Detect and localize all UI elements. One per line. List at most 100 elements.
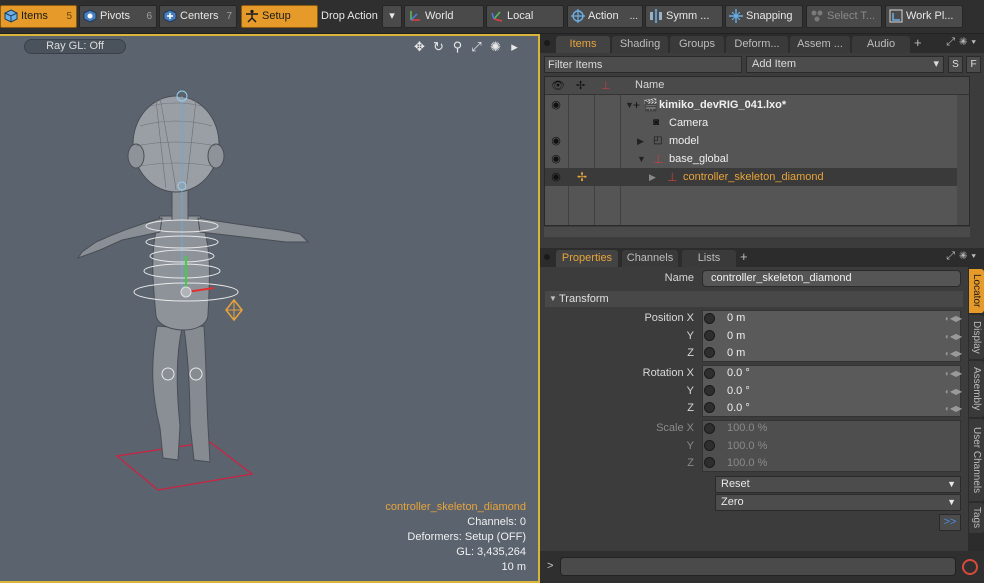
- transform-section-header[interactable]: ▼ Transform: [545, 291, 963, 307]
- more-options-button[interactable]: >>: [939, 514, 961, 531]
- move-view-icon[interactable]: ✥: [412, 39, 427, 54]
- position-x-anim-dot[interactable]: [704, 313, 715, 324]
- scale-y-value[interactable]: 100.0 %: [727, 440, 767, 452]
- s-button[interactable]: S: [948, 56, 963, 73]
- collapsed-arrow-icon[interactable]: ▶: [649, 168, 656, 186]
- panel-tools-icon[interactable]: ⤢✺▾: [946, 250, 980, 263]
- expand-arrow-icon[interactable]: ▼: [637, 150, 646, 168]
- position-y-value[interactable]: 0 m: [727, 330, 745, 342]
- panel-dot-icon: [544, 40, 550, 46]
- snapping-button[interactable]: Snapping: [725, 5, 803, 28]
- drop-action-dropdown[interactable]: ▾: [382, 5, 402, 28]
- side-tab-tags[interactable]: Tags: [969, 503, 984, 533]
- rotation-z-anim-dot[interactable]: [704, 402, 715, 413]
- scale-x-anim-dot[interactable]: [704, 423, 715, 434]
- add-item-dropdown[interactable]: Add Item ▾: [746, 56, 944, 73]
- position-x-value[interactable]: 0 m: [727, 312, 745, 324]
- centers-mode-button[interactable]: Centers 7: [159, 5, 237, 28]
- scale-z-value[interactable]: 100.0 %: [727, 457, 767, 469]
- visibility-eye-icon[interactable]: ◉: [549, 132, 563, 150]
- panel-tools-icon[interactable]: ⤢✺▾: [946, 36, 980, 49]
- visibility-eye-icon[interactable]: ◉: [549, 96, 563, 114]
- local-space-button[interactable]: Local: [486, 5, 564, 28]
- command-input[interactable]: [560, 557, 956, 576]
- cube-icon: [4, 9, 18, 23]
- rotation-z-stepper-icon[interactable]: ◐◀▶: [945, 402, 962, 415]
- scale-y-anim-dot[interactable]: [704, 440, 715, 451]
- rotation-x-value[interactable]: 0.0 °: [727, 367, 750, 379]
- scale-x-label: Scale X: [656, 422, 694, 434]
- zoom-view-icon[interactable]: ⚲: [450, 39, 465, 54]
- tree-vertical-scrollbar[interactable]: [957, 95, 969, 225]
- tab-items[interactable]: Items: [556, 36, 610, 53]
- rotate-view-icon[interactable]: ↻: [431, 39, 446, 54]
- tab-audio[interactable]: Audio: [852, 36, 910, 53]
- side-tab-display[interactable]: Display: [969, 315, 984, 359]
- crosshair-icon: [571, 9, 585, 23]
- torso-mesh: [152, 215, 211, 331]
- work-plane-button[interactable]: Work Pl...: [885, 5, 963, 28]
- world-space-button[interactable]: World: [404, 5, 484, 28]
- position-x-stepper-icon[interactable]: ◐◀▶: [945, 312, 962, 325]
- axes-column-icon: ⊥: [601, 80, 611, 92]
- work-plane-icon: [889, 9, 903, 23]
- position-z-anim-dot[interactable]: [704, 347, 715, 358]
- position-z-stepper-icon[interactable]: ◐◀▶: [945, 347, 962, 360]
- side-tab-assembly[interactable]: Assembly: [969, 361, 984, 417]
- add-tab-plus-icon[interactable]: +: [914, 35, 922, 50]
- position-y-stepper-icon[interactable]: ◐◀▶: [945, 330, 962, 343]
- tree-row-controller-skeleton-diamond[interactable]: ◉ ✢ ▶ ⊥ controller_skeleton_diamond: [545, 168, 969, 186]
- side-tab-locator[interactable]: Locator: [969, 269, 984, 313]
- rotation-x-stepper-icon[interactable]: ◐◀▶: [945, 367, 962, 380]
- rotation-z-value[interactable]: 0.0 °: [727, 402, 750, 414]
- tree-horizontal-scrollbar[interactable]: [544, 227, 970, 237]
- item-name-field[interactable]: controller_skeleton_diamond: [702, 270, 961, 287]
- rotation-y-stepper-icon[interactable]: ◐◀▶: [945, 385, 962, 398]
- symmetry-button[interactable]: Symm ...: [645, 5, 723, 28]
- position-z-value[interactable]: 0 m: [727, 347, 745, 359]
- item-list-tree[interactable]: 👁 ✢ ⊥ Name ◉ ▼ + 🎬 kimiko_devRIG_041.lxo…: [544, 76, 970, 226]
- rotation-y-anim-dot[interactable]: [704, 385, 715, 396]
- scale-z-anim-dot[interactable]: [704, 457, 715, 468]
- side-tab-user-channels[interactable]: User Channels: [969, 419, 984, 501]
- collapsed-arrow-icon[interactable]: ▶: [637, 132, 644, 150]
- tab-groups[interactable]: Groups: [670, 36, 724, 53]
- ground-plane-locator: [115, 441, 254, 491]
- rotation-y-value[interactable]: 0.0 °: [727, 385, 750, 397]
- properties-panel: Name controller_skeleton_diamond ▼ Trans…: [540, 267, 970, 551]
- pivots-mode-button[interactable]: Pivots 6: [79, 5, 157, 28]
- tab-assembly[interactable]: Assem ...: [790, 36, 850, 53]
- maximize-view-icon[interactable]: ⤢: [469, 39, 484, 54]
- select-through-button[interactable]: Select T...: [806, 5, 882, 28]
- tree-row-scene[interactable]: ◉ ▼ + 🎬 kimiko_devRIG_041.lxo*: [545, 96, 969, 114]
- action-center-button[interactable]: Action ...: [567, 5, 643, 28]
- tab-channels[interactable]: Channels: [622, 250, 678, 267]
- visibility-eye-icon[interactable]: ◉: [549, 168, 563, 186]
- rotation-x-anim-dot[interactable]: [704, 368, 715, 379]
- tab-shading[interactable]: Shading: [612, 36, 668, 53]
- tab-deform[interactable]: Deform...: [726, 36, 788, 53]
- stop-record-icon[interactable]: [962, 559, 978, 575]
- items-mode-button[interactable]: Items 5: [0, 5, 77, 28]
- filter-items-input[interactable]: [544, 56, 742, 73]
- expand-arrow-icon[interactable]: ▸: [507, 39, 522, 54]
- position-y-anim-dot[interactable]: [704, 330, 715, 341]
- reset-dropdown[interactable]: Reset ▼: [715, 476, 961, 493]
- mesh-icon: ◰: [653, 135, 663, 146]
- add-tab-plus-icon[interactable]: +: [740, 249, 748, 264]
- 3d-viewport[interactable]: Ray GL: Off ✥ ↻ ⚲ ⤢ ✺ ▸ controller_skele…: [0, 34, 540, 583]
- tree-row-model[interactable]: ◉ ▶ ◰ model: [545, 132, 969, 150]
- gear-icon[interactable]: ✺: [488, 39, 503, 54]
- tree-row-base-global[interactable]: ◉ ▼ ⊥ base_global: [545, 150, 969, 168]
- zero-dropdown[interactable]: Zero ▼: [715, 494, 961, 511]
- collapse-arrow-icon: ▼: [549, 294, 557, 303]
- ray-gl-toggle[interactable]: Ray GL: Off: [24, 39, 126, 54]
- tab-lists[interactable]: Lists: [682, 250, 736, 267]
- scale-x-value[interactable]: 100.0 %: [727, 422, 767, 434]
- lock-icon[interactable]: ✢: [577, 168, 587, 186]
- tab-properties[interactable]: Properties: [556, 250, 618, 267]
- visibility-eye-icon[interactable]: ◉: [549, 150, 563, 168]
- tree-row-camera[interactable]: ◙ Camera: [545, 114, 969, 132]
- f-button[interactable]: F: [966, 56, 981, 73]
- setup-mode-button[interactable]: Setup: [241, 5, 318, 28]
